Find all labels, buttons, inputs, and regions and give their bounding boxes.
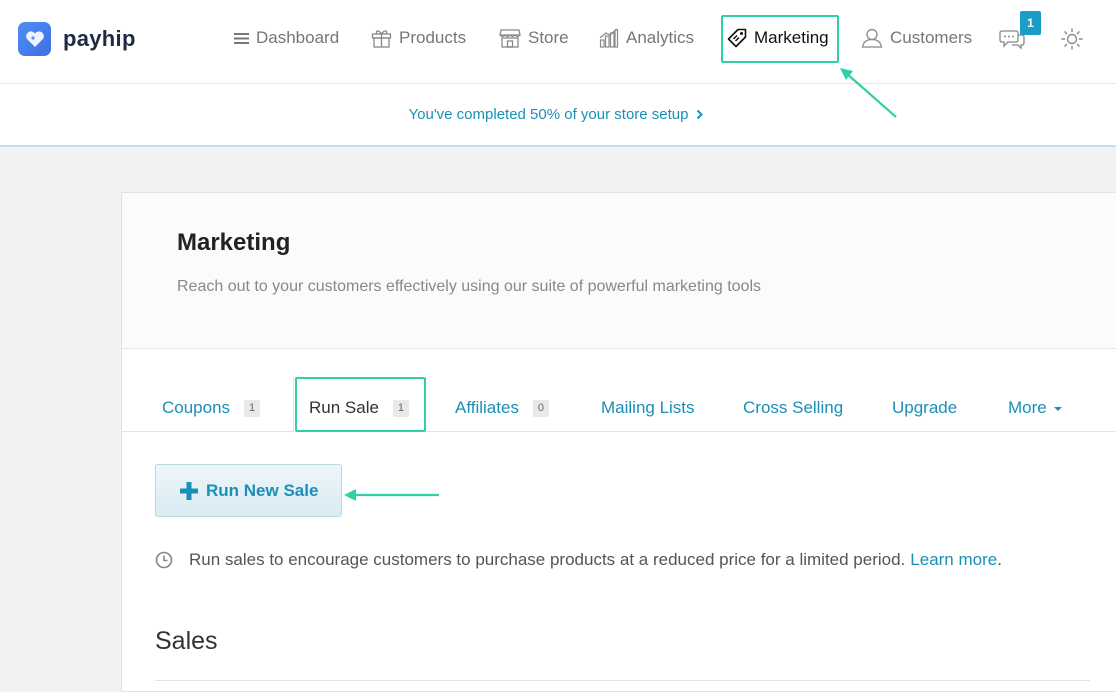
main-nav: Dashboard Products Store Analytics Marke…	[0, 0, 1116, 84]
top-navigation-bar: payhip Dashboard Products Store Analytic…	[0, 0, 1116, 84]
nav-label: Products	[399, 28, 467, 47]
marketing-tabs: Coupons 1 Run Sale 1 Affiliates 0 Mailin…	[122, 349, 1116, 433]
tab-label: More	[1008, 398, 1047, 417]
plus-icon	[180, 481, 198, 500]
gift-icon	[371, 30, 392, 48]
user-icon	[861, 28, 883, 48]
nav-item-dashboard[interactable]: Dashboard	[234, 26, 339, 50]
run-new-sale-button[interactable]: Run New Sale	[155, 464, 342, 517]
nav-item-store[interactable]: Store	[499, 26, 569, 50]
tab-label: Upgrade	[892, 398, 958, 417]
sales-section-title: Sales	[155, 627, 218, 655]
page-header: Marketing Reach out to your customers ef…	[122, 193, 1116, 349]
tab-mailing-lists[interactable]: Mailing Lists	[601, 397, 695, 419]
store-setup-banner: You've completed 50% of your store setup	[0, 84, 1116, 147]
tab-count-badge: 0	[532, 399, 549, 417]
page-description: Reach out to your customers effectively …	[177, 278, 761, 295]
run-sale-info: Run sales to encourage customers to purc…	[155, 549, 1095, 571]
run-new-sale-label: Run New Sale	[206, 480, 319, 500]
tab-label: Cross Selling	[743, 398, 844, 417]
tab-label: Affiliates	[455, 398, 519, 417]
nav-item-customers[interactable]: Customers	[861, 26, 972, 50]
info-text: Run sales to encourage customers to purc…	[189, 550, 906, 569]
nav-label: Customers	[890, 28, 973, 47]
nav-item-analytics[interactable]: Analytics	[599, 26, 694, 50]
nav-item-products[interactable]: Products	[371, 26, 466, 50]
run-sale-highlight-box	[295, 377, 426, 432]
setup-progress-text: You've completed 50% of your store setup	[408, 106, 689, 123]
marketing-highlight-box	[721, 15, 839, 63]
store-setup-link[interactable]: You've completed 50% of your store setup	[409, 106, 704, 123]
tab-count-badge: 1	[244, 399, 261, 417]
chevron-right-icon	[697, 109, 704, 120]
nav-label: Dashboard	[256, 28, 340, 47]
caret-down-icon	[1053, 407, 1062, 411]
tab-label: Mailing Lists	[601, 398, 695, 417]
theme-toggle-button[interactable]	[1061, 27, 1090, 51]
tab-cross-selling[interactable]: Cross Selling	[743, 397, 843, 419]
info-period: .	[997, 550, 1002, 569]
tab-more-dropdown[interactable]: More	[1008, 397, 1062, 419]
menu-icon	[234, 32, 249, 44]
marketing-card: Marketing Reach out to your customers ef…	[121, 192, 1116, 692]
sun-icon	[1061, 28, 1083, 50]
store-icon	[499, 29, 521, 48]
clock-icon	[155, 551, 173, 569]
learn-more-link[interactable]: Learn more	[910, 550, 997, 570]
messages-count-badge: 1	[1020, 11, 1041, 35]
tab-affiliates[interactable]: Affiliates 0	[455, 397, 549, 419]
sales-divider	[155, 680, 1090, 681]
tab-label: Coupons	[162, 398, 231, 417]
nav-label: Store	[528, 28, 569, 47]
page-title: Marketing	[177, 229, 291, 256]
tab-coupons[interactable]: Coupons 1	[162, 397, 261, 419]
nav-label: Analytics	[626, 28, 695, 47]
bar-chart-icon	[599, 28, 619, 48]
tab-upgrade[interactable]: Upgrade	[892, 397, 957, 419]
